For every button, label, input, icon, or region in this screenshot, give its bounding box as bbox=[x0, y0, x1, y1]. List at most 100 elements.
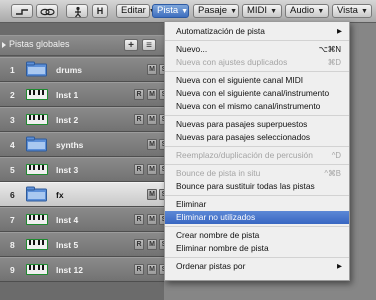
menu-item-label: Automatización de pista bbox=[176, 26, 265, 36]
track-r-button[interactable]: R bbox=[134, 264, 144, 275]
menu-pista[interactable]: Pista ▼ bbox=[152, 4, 189, 18]
menu-item-label: Nueva con ajustes duplicados bbox=[176, 57, 288, 67]
track-r-button[interactable]: R bbox=[134, 214, 144, 225]
track-list: Pistas globales + ≡ 1drumsMS2Inst 1RMS3I… bbox=[0, 23, 169, 300]
instrument-track-icon[interactable] bbox=[26, 211, 48, 227]
hide-button-label: H bbox=[96, 6, 104, 16]
track-r-button[interactable]: R bbox=[134, 164, 144, 175]
disclosure-triangle-icon[interactable] bbox=[2, 42, 6, 48]
instrument-track-icon[interactable] bbox=[26, 161, 48, 177]
menu-item-label: Reemplazo/duplicación de percusión bbox=[176, 150, 313, 160]
menu-item[interactable]: Nueva con el siguiente canal MIDI bbox=[165, 74, 349, 87]
menu-item[interactable]: Nuevas para pasajes seleccionados bbox=[165, 131, 349, 144]
track-r-button[interactable]: R bbox=[134, 89, 144, 100]
track-m-button[interactable]: M bbox=[147, 239, 157, 250]
add-track-button[interactable]: + bbox=[124, 39, 138, 51]
track-row[interactable]: 4synthsMS bbox=[0, 132, 169, 157]
menu-pasaje[interactable]: Pasaje ▼ bbox=[193, 4, 239, 18]
menu-item[interactable]: Nueva con el mismo canal/instrumento bbox=[165, 100, 349, 113]
menu-editar[interactable]: Editar▼ bbox=[116, 4, 156, 18]
submenu-arrow-icon: ▶ bbox=[337, 263, 342, 270]
track-name[interactable]: Inst 4 bbox=[56, 215, 78, 225]
catch-button[interactable] bbox=[11, 4, 33, 18]
track-m-button[interactable]: M bbox=[147, 139, 157, 150]
menu-item[interactable]: Eliminar bbox=[165, 198, 349, 211]
menu-pista-label: Pista bbox=[157, 5, 179, 16]
track-m-button[interactable]: M bbox=[147, 89, 157, 100]
track-m-button[interactable]: M bbox=[147, 64, 157, 75]
track-name[interactable]: Inst 5 bbox=[56, 240, 78, 250]
track-row[interactable]: 5Inst 3RMS bbox=[0, 157, 169, 182]
folder-track-icon[interactable] bbox=[26, 61, 48, 77]
track-name[interactable]: fx bbox=[56, 190, 64, 200]
folder-track-icon[interactable] bbox=[26, 186, 48, 202]
instrument-track-icon[interactable] bbox=[26, 111, 48, 127]
track-number: 6 bbox=[10, 190, 15, 200]
global-tracks-row[interactable]: Pistas globales + ≡ bbox=[0, 35, 164, 56]
track-row[interactable]: 1drumsMS bbox=[0, 57, 169, 82]
menu-item-label: Ordenar pistas por bbox=[176, 261, 246, 271]
menu-pasaje-label: Pasaje bbox=[198, 5, 228, 16]
track-number: 7 bbox=[10, 215, 15, 225]
track-row[interactable]: 9Inst 12RMS bbox=[0, 257, 169, 282]
track-name[interactable]: synths bbox=[56, 140, 83, 150]
track-r-button[interactable]: R bbox=[134, 114, 144, 125]
menu-item-label: Bounce para sustituir todas las pistas bbox=[176, 181, 315, 191]
menu-item-label: Bounce de pista in situ bbox=[176, 168, 261, 178]
menu-separator bbox=[165, 40, 349, 41]
track-row[interactable]: 2Inst 1RMS bbox=[0, 82, 169, 107]
chevron-down-icon: ▼ bbox=[230, 8, 237, 15]
track-m-button[interactable]: M bbox=[147, 164, 157, 175]
menu-item-label: Nuevas para pasajes seleccionados bbox=[176, 132, 311, 142]
track-number: 5 bbox=[10, 165, 15, 175]
menu-item-shortcut: ^⌘B bbox=[324, 169, 341, 178]
instrument-track-icon[interactable] bbox=[26, 236, 48, 252]
track-name[interactable]: drums bbox=[56, 65, 82, 75]
menu-audio[interactable]: Audio ▼ bbox=[285, 4, 329, 18]
track-m-button[interactable]: M bbox=[147, 189, 157, 200]
menu-vista[interactable]: Vista ▼ bbox=[332, 4, 372, 18]
figure-icon bbox=[75, 6, 81, 18]
menu-item-label: Nuevas para pasajes superpuestos bbox=[176, 119, 308, 129]
menu-item-label: Eliminar bbox=[176, 199, 207, 209]
menu-item-label: Eliminar no utilizados bbox=[176, 212, 256, 222]
track-m-button[interactable]: M bbox=[147, 214, 157, 225]
track-r-button[interactable]: R bbox=[134, 239, 144, 250]
menu-separator bbox=[165, 71, 349, 72]
track-view-options-button[interactable]: ≡ bbox=[142, 39, 156, 51]
menu-item[interactable]: Bounce para sustituir todas las pistas bbox=[165, 180, 349, 193]
folder-track-icon[interactable] bbox=[26, 136, 48, 152]
track-name[interactable]: Inst 1 bbox=[56, 90, 78, 100]
menu-item[interactable]: Nuevas para pasajes superpuestos bbox=[165, 118, 349, 131]
track-row[interactable]: 8Inst 5RMS bbox=[0, 232, 169, 257]
menu-midi[interactable]: MIDI ▼ bbox=[242, 4, 282, 18]
menu-item[interactable]: Eliminar no utilizados bbox=[165, 211, 349, 224]
track-name[interactable]: Inst 2 bbox=[56, 115, 78, 125]
menu-item[interactable]: Ordenar pistas por ▶ bbox=[165, 260, 349, 273]
track-number: 8 bbox=[10, 240, 15, 250]
link-button[interactable] bbox=[36, 4, 58, 18]
figure-button[interactable] bbox=[66, 4, 88, 18]
arrange-toolbar: H Editar▼Pista▼Pasaje▼MIDI▼Audio▼Vista▼ bbox=[0, 0, 376, 23]
menu-item[interactable]: Eliminar nombre de pista bbox=[165, 242, 349, 255]
instrument-track-icon[interactable] bbox=[26, 86, 48, 102]
instrument-track-icon[interactable] bbox=[26, 261, 48, 277]
menu-vista-label: Vista bbox=[337, 5, 358, 16]
menu-item[interactable]: Nuevo... ⌥⌘N bbox=[165, 43, 349, 56]
menu-item[interactable]: Automatización de pista ▶ bbox=[165, 25, 349, 38]
track-row[interactable]: 7Inst 4RMS bbox=[0, 207, 169, 232]
menu-editar-label: Editar bbox=[121, 5, 146, 16]
track-name[interactable]: Inst 12 bbox=[56, 265, 83, 275]
menu-separator bbox=[165, 195, 349, 196]
pista-menu-dropdown: Automatización de pista ▶ Nuevo... ⌥⌘N Nueva… bbox=[164, 21, 350, 281]
track-row[interactable]: 6fxMS bbox=[0, 182, 169, 207]
menu-item[interactable]: Crear nombre de pista bbox=[165, 229, 349, 242]
menu-item-shortcut: ⌥⌘N bbox=[318, 45, 341, 54]
track-m-button[interactable]: M bbox=[147, 264, 157, 275]
track-m-button[interactable]: M bbox=[147, 114, 157, 125]
menu-item[interactable]: Nueva con el siguiente canal/instrumento bbox=[165, 87, 349, 100]
track-name[interactable]: Inst 3 bbox=[56, 165, 78, 175]
track-row[interactable]: 3Inst 2RMS bbox=[0, 107, 169, 132]
menu-separator bbox=[165, 146, 349, 147]
hide-button[interactable]: H bbox=[92, 4, 108, 18]
